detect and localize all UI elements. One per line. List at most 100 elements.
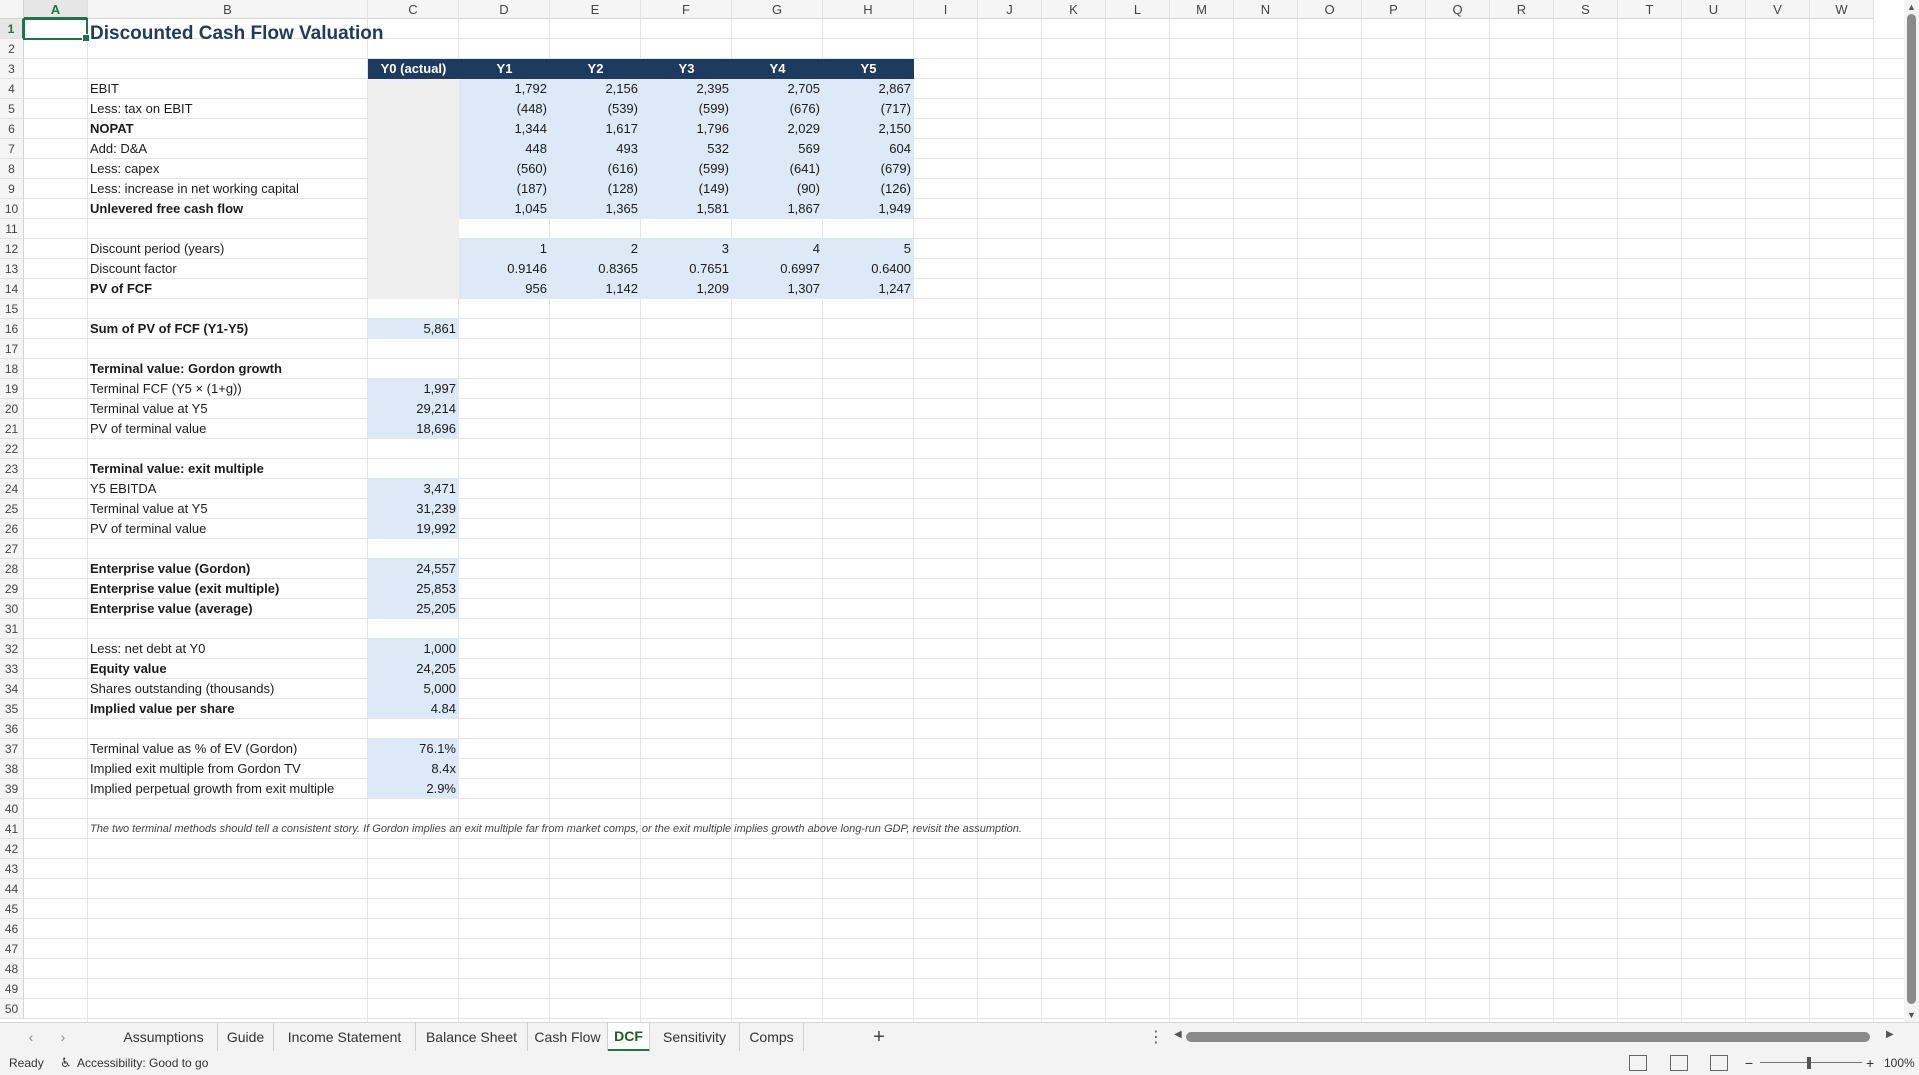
- row-header-2[interactable]: 2: [0, 39, 24, 59]
- column-header-r[interactable]: R: [1490, 0, 1554, 19]
- column-header-d[interactable]: D: [459, 0, 550, 19]
- column-header-q[interactable]: Q: [1426, 0, 1490, 19]
- cash-flow-value[interactable]: (126): [823, 179, 914, 199]
- exit-multiple-value[interactable]: 19,992: [368, 519, 459, 539]
- tab-dcf[interactable]: DCF: [608, 1023, 650, 1052]
- y0-cell[interactable]: [368, 119, 459, 139]
- row-header-19[interactable]: 19: [0, 379, 24, 399]
- gordon-value[interactable]: 29,214: [368, 399, 459, 419]
- row-header-34[interactable]: 34: [0, 679, 24, 699]
- row-header-28[interactable]: 28: [0, 559, 24, 579]
- y0-cell[interactable]: [368, 99, 459, 119]
- scroll-left-icon[interactable]: ◀: [1174, 1029, 1182, 1040]
- row-header-3[interactable]: 3: [0, 59, 24, 79]
- discount-value[interactable]: 1,247: [823, 279, 914, 299]
- tab-assumptions[interactable]: Assumptions: [110, 1023, 218, 1052]
- row-header-35[interactable]: 35: [0, 699, 24, 719]
- discount-value[interactable]: 5: [823, 239, 914, 259]
- cash-flow-value[interactable]: 1,617: [550, 119, 641, 139]
- row-header-4[interactable]: 4: [0, 79, 24, 99]
- row-header-33[interactable]: 33: [0, 659, 24, 679]
- row-header-36[interactable]: 36: [0, 719, 24, 739]
- cash-flow-value[interactable]: (641): [732, 159, 823, 179]
- cash-flow-value[interactable]: (90): [732, 179, 823, 199]
- cash-flow-value[interactable]: 1,792: [459, 79, 550, 99]
- tab-comps[interactable]: Comps: [740, 1023, 804, 1052]
- y0-cell[interactable]: [368, 279, 459, 299]
- y0-cell[interactable]: [368, 239, 459, 259]
- column-label-y5[interactable]: Y5: [823, 59, 914, 79]
- column-header-f[interactable]: F: [641, 0, 732, 19]
- row-header-48[interactable]: 48: [0, 959, 24, 979]
- discount-value[interactable]: 1,307: [732, 279, 823, 299]
- row-header-39[interactable]: 39: [0, 779, 24, 799]
- cash-flow-value[interactable]: 2,150: [823, 119, 914, 139]
- row-header-7[interactable]: 7: [0, 139, 24, 159]
- row-header-18[interactable]: 18: [0, 359, 24, 379]
- row-header-46[interactable]: 46: [0, 919, 24, 939]
- row-header-11[interactable]: 11: [0, 219, 24, 239]
- cash-flow-value[interactable]: (149): [641, 179, 732, 199]
- y0-cell[interactable]: [368, 159, 459, 179]
- check-value[interactable]: 2.9%: [368, 779, 459, 799]
- row-header-23[interactable]: 23: [0, 459, 24, 479]
- discount-value[interactable]: 4: [732, 239, 823, 259]
- cash-flow-value[interactable]: 2,395: [641, 79, 732, 99]
- cash-flow-value[interactable]: (187): [459, 179, 550, 199]
- row-header-43[interactable]: 43: [0, 859, 24, 879]
- y0-cell[interactable]: [368, 79, 459, 99]
- add-sheet-button[interactable]: +: [864, 1023, 894, 1052]
- column-header-n[interactable]: N: [1234, 0, 1298, 19]
- row-header-17[interactable]: 17: [0, 339, 24, 359]
- column-header-b[interactable]: B: [88, 0, 368, 19]
- discount-value[interactable]: 0.6997: [732, 259, 823, 279]
- gordon-value[interactable]: 1,997: [368, 379, 459, 399]
- row-header-15[interactable]: 15: [0, 299, 24, 319]
- zoom-level[interactable]: 100%: [1884, 1051, 1915, 1075]
- scroll-up-icon[interactable]: ▲: [1906, 2, 1917, 12]
- discount-value[interactable]: 0.8365: [550, 259, 641, 279]
- cash-flow-value[interactable]: 2,156: [550, 79, 641, 99]
- column-label-y3[interactable]: Y3: [641, 59, 732, 79]
- accessibility-status[interactable]: Accessibility: Good to go: [77, 1051, 208, 1075]
- zoom-in-icon[interactable]: +: [1866, 1051, 1874, 1075]
- zoom-slider[interactable]: [1760, 1062, 1862, 1063]
- column-header-o[interactable]: O: [1298, 0, 1362, 19]
- row-header-47[interactable]: 47: [0, 939, 24, 959]
- cash-flow-value[interactable]: 1,365: [550, 199, 641, 219]
- row-header-32[interactable]: 32: [0, 639, 24, 659]
- cash-flow-value[interactable]: 2,867: [823, 79, 914, 99]
- discount-value[interactable]: 0.7651: [641, 259, 732, 279]
- cash-flow-value[interactable]: (599): [641, 99, 732, 119]
- enterprise-value[interactable]: 24,557: [368, 559, 459, 579]
- cash-flow-value[interactable]: (717): [823, 99, 914, 119]
- column-header-w[interactable]: W: [1810, 0, 1874, 19]
- cash-flow-value[interactable]: 1,867: [732, 199, 823, 219]
- cash-flow-value[interactable]: 448: [459, 139, 550, 159]
- row-header-24[interactable]: 24: [0, 479, 24, 499]
- cash-flow-value[interactable]: 569: [732, 139, 823, 159]
- selected-cell-a1[interactable]: [23, 18, 90, 42]
- cash-flow-value[interactable]: (539): [550, 99, 641, 119]
- row-header-8[interactable]: 8: [0, 159, 24, 179]
- equity-value[interactable]: 1,000: [368, 639, 459, 659]
- column-header-s[interactable]: S: [1554, 0, 1618, 19]
- prev-sheet-icon[interactable]: ‹: [22, 1028, 40, 1046]
- row-header-9[interactable]: 9: [0, 179, 24, 199]
- column-header-e[interactable]: E: [550, 0, 641, 19]
- y0-cell[interactable]: [368, 179, 459, 199]
- vertical-scrollbar[interactable]: ▲ ▼: [1904, 0, 1919, 1022]
- column-header-t[interactable]: T: [1618, 0, 1682, 19]
- row-header-37[interactable]: 37: [0, 739, 24, 759]
- discount-value[interactable]: 0.6400: [823, 259, 914, 279]
- column-label-y1[interactable]: Y1: [459, 59, 550, 79]
- page-layout-view-icon[interactable]: [1670, 1055, 1688, 1071]
- row-header-12[interactable]: 12: [0, 239, 24, 259]
- zoom-slider-thumb[interactable]: [1807, 1057, 1811, 1069]
- row-header-29[interactable]: 29: [0, 579, 24, 599]
- discount-value[interactable]: 3: [641, 239, 732, 259]
- row-header-26[interactable]: 26: [0, 519, 24, 539]
- discount-value[interactable]: 2: [550, 239, 641, 259]
- tab-guide[interactable]: Guide: [218, 1023, 274, 1052]
- check-value[interactable]: 8.4x: [368, 759, 459, 779]
